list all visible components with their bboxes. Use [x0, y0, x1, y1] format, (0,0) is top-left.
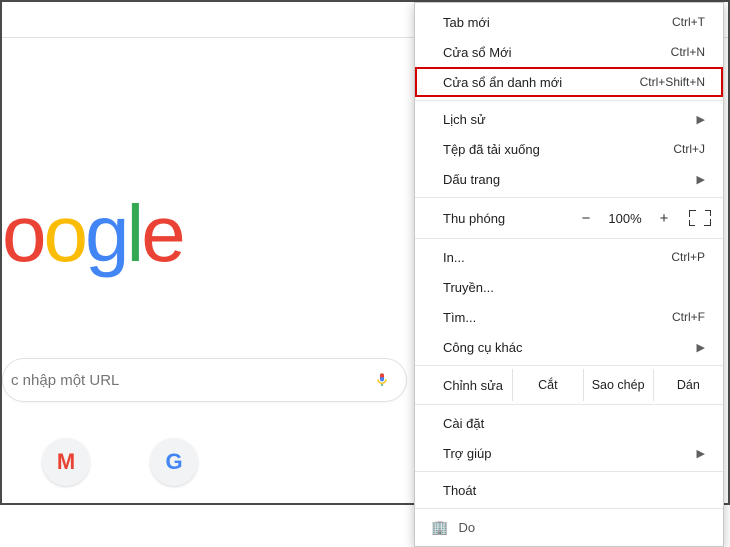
shortcut-gmail[interactable]: M — [42, 438, 90, 486]
menu-shortcut: Ctrl+T — [672, 15, 705, 29]
edit-paste-button[interactable]: Dán — [653, 369, 723, 401]
menu-shortcut: Ctrl+J — [673, 142, 705, 156]
building-icon: 🏢 — [431, 519, 448, 536]
shortcut-row: M G — [42, 438, 198, 486]
menu-label: In... — [443, 250, 657, 265]
menu-separator — [415, 471, 723, 472]
menu-item-help[interactable]: Trợ giúp ▶ — [415, 438, 723, 468]
menu-label: Tệp đã tải xuống — [443, 142, 659, 157]
chrome-main-menu: Tab mới Ctrl+T Cửa sổ Mới Ctrl+N Cửa sổ … — [414, 2, 724, 547]
menu-shortcut: Ctrl+F — [672, 310, 705, 324]
menu-item-cast[interactable]: Truyền... — [415, 272, 723, 302]
menu-label: Chỉnh sửa — [443, 378, 512, 393]
menu-item-edit: Chỉnh sửa Cắt Sao chép Dán — [415, 369, 723, 401]
menu-label: Thoát — [443, 483, 705, 498]
zoom-in-button[interactable]: + — [649, 210, 679, 227]
menu-item-new-window[interactable]: Cửa sổ Mới Ctrl+N — [415, 37, 723, 67]
menu-item-exit[interactable]: Thoát — [415, 475, 723, 505]
menu-shortcut: Ctrl+Shift+N — [640, 75, 705, 89]
fullscreen-icon[interactable] — [689, 210, 711, 226]
menu-label: Dấu trang — [443, 172, 689, 187]
edit-cut-button[interactable]: Cắt — [512, 369, 582, 401]
menu-label: Tab mới — [443, 15, 658, 30]
submenu-arrow-icon: ▶ — [697, 113, 705, 126]
submenu-arrow-icon: ▶ — [697, 173, 705, 186]
edit-copy-button[interactable]: Sao chép — [583, 369, 653, 401]
menu-item-incognito[interactable]: Cửa sổ ẩn danh mới Ctrl+Shift+N — [415, 67, 723, 97]
menu-item-find[interactable]: Tìm... Ctrl+F — [415, 302, 723, 332]
menu-item-new-tab[interactable]: Tab mới Ctrl+T — [415, 7, 723, 37]
menu-separator — [415, 365, 723, 366]
menu-label: Công cụ khác — [443, 340, 689, 355]
menu-shortcut: Ctrl+P — [671, 250, 705, 264]
menu-separator — [415, 508, 723, 509]
menu-item-history[interactable]: Lịch sử ▶ — [415, 104, 723, 134]
menu-item-print[interactable]: In... Ctrl+P — [415, 242, 723, 272]
menu-separator — [415, 238, 723, 239]
search-bar[interactable] — [2, 358, 407, 402]
menu-label: Cửa sổ ẩn danh mới — [443, 75, 626, 90]
gmail-icon: M — [57, 449, 75, 475]
zoom-percent: 100% — [601, 211, 649, 226]
menu-shortcut: Ctrl+N — [671, 45, 705, 59]
submenu-arrow-icon: ▶ — [697, 341, 705, 354]
menu-managed-note: 🏢 Do — [415, 512, 723, 542]
menu-label: Truyền... — [443, 280, 705, 295]
menu-separator — [415, 404, 723, 405]
menu-label: Thu phóng — [443, 211, 571, 226]
shortcut-google[interactable]: G — [150, 438, 198, 486]
menu-label: Lịch sử — [443, 112, 689, 127]
voice-search-icon[interactable] — [374, 369, 390, 391]
submenu-arrow-icon: ▶ — [697, 447, 705, 460]
menu-separator — [415, 100, 723, 101]
menu-item-more-tools[interactable]: Công cụ khác ▶ — [415, 332, 723, 362]
menu-item-settings[interactable]: Cài đặt — [415, 408, 723, 438]
google-g-icon: G — [165, 449, 182, 475]
menu-label: Cài đặt — [443, 416, 705, 431]
menu-item-zoom: Thu phóng − 100% + — [415, 201, 723, 235]
menu-label: Trợ giúp — [443, 446, 689, 461]
menu-label: Cửa sổ Mới — [443, 45, 657, 60]
menu-item-downloads[interactable]: Tệp đã tải xuống Ctrl+J — [415, 134, 723, 164]
menu-label: Tìm... — [443, 310, 658, 325]
menu-separator — [415, 197, 723, 198]
google-logo: oogle — [2, 188, 262, 280]
search-input[interactable] — [11, 372, 374, 389]
menu-item-bookmarks[interactable]: Dấu trang ▶ — [415, 164, 723, 194]
managed-label: Do — [458, 520, 475, 535]
zoom-out-button[interactable]: − — [571, 210, 601, 227]
